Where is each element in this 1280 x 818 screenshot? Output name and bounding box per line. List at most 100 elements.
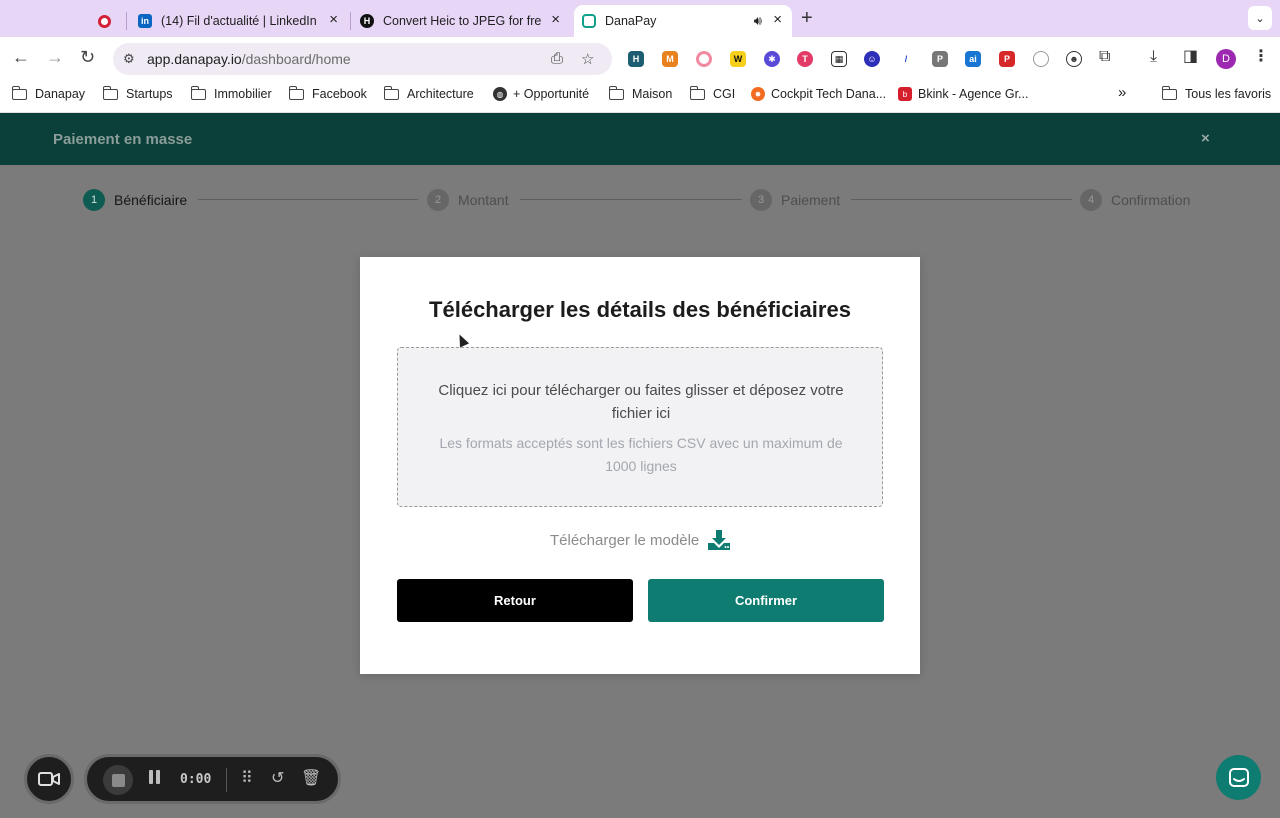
bookmark-label: CGI xyxy=(713,87,736,101)
speaker-icon[interactable]: 🔊︎ xyxy=(754,13,762,29)
extensions-puzzle-icon[interactable]: ⧉ xyxy=(1099,48,1110,66)
profile-avatar[interactable]: D xyxy=(1216,49,1236,69)
metamask-icon[interactable]: M xyxy=(662,51,678,67)
extension-icon[interactable]: ai xyxy=(965,51,981,67)
trash-icon[interactable]: 🗑︎ xyxy=(301,769,321,789)
close-tab-icon[interactable]: × xyxy=(773,12,782,28)
close-tab-icon[interactable]: × xyxy=(551,12,560,28)
recording-controls: 0:00 ⠿ ↺ 🗑︎ xyxy=(84,754,341,804)
bookmark-facebook[interactable]: Facebook xyxy=(288,85,367,101)
tab-recording[interactable] xyxy=(86,5,124,37)
stop-recording-button[interactable] xyxy=(103,765,133,795)
restart-icon[interactable]: ↺ xyxy=(271,769,284,789)
bookmark-label: Bkink - Agence Gr... xyxy=(918,87,1029,101)
bookmark-danapay[interactable]: Danapay xyxy=(11,85,85,101)
tab-danapay[interactable]: DanaPay 🔊︎ × xyxy=(574,5,792,37)
divider xyxy=(226,768,227,792)
download-template-link[interactable]: Télécharger le modèle xyxy=(550,529,731,551)
step-connector xyxy=(198,199,418,200)
bookmark-all-favorites[interactable]: Tous les favoris xyxy=(1161,85,1272,101)
bookmark-label: Tous les favoris xyxy=(1185,87,1272,101)
pen-icon[interactable]: / xyxy=(898,51,914,67)
tab-title: Convert Heic to JPEG for free xyxy=(383,14,541,28)
page-overlay: Paiement en masse × 1 Bénéficiaire 2 Mon… xyxy=(0,113,1280,818)
folder-icon xyxy=(288,85,304,100)
step-label: Paiement xyxy=(781,192,841,208)
download-icon[interactable]: ⤓ xyxy=(1150,48,1157,66)
folder-icon xyxy=(1161,85,1177,100)
bookmark-immobilier[interactable]: Immobilier xyxy=(190,85,272,101)
bookmark-maison[interactable]: Maison xyxy=(608,85,672,101)
download-icon xyxy=(708,530,731,550)
bookmark-startups[interactable]: Startups xyxy=(102,85,173,101)
bookmark-label: Facebook xyxy=(312,87,367,101)
linkedin-icon: in xyxy=(138,14,152,28)
site-settings-icon[interactable]: ⚙ xyxy=(123,51,135,67)
danapay-icon xyxy=(582,14,596,28)
chat-support-button[interactable] xyxy=(1216,755,1261,800)
confirm-button[interactable]: Confirmer xyxy=(648,579,884,622)
bookmark-opportunite[interactable]: ◍ + Opportunité xyxy=(493,87,589,101)
heic-icon: H xyxy=(360,14,374,28)
drag-handle-icon[interactable]: ⠿ xyxy=(241,769,253,789)
bookmarks-overflow-button[interactable]: » xyxy=(1118,84,1126,101)
bookmarks-bar: Danapay Startups Immobilier Facebook Arc… xyxy=(0,79,1280,113)
download-template-label: Télécharger le modèle xyxy=(550,531,700,549)
file-dropzone[interactable]: Cliquez ici pour télécharger ou faites g… xyxy=(397,347,883,507)
extension-icon[interactable]: ☺ xyxy=(864,51,880,67)
globe-icon: ◍ xyxy=(493,87,507,101)
tab-heic[interactable]: H Convert Heic to JPEG for free × xyxy=(352,5,570,37)
bookmark-architecture[interactable]: Architecture xyxy=(383,85,474,101)
extension-icon[interactable] xyxy=(1033,51,1049,67)
pause-icon[interactable] xyxy=(149,770,161,786)
tab-title: (14) Fil d'actualité | LinkedIn xyxy=(161,14,317,28)
browser-menu-icon[interactable]: ⋮ xyxy=(1253,48,1269,66)
extension-icon[interactable]: W xyxy=(730,51,746,67)
install-app-icon[interactable]: ⎙ xyxy=(551,50,563,67)
side-panel-icon[interactable]: ◨ xyxy=(1183,48,1198,66)
tab-linkedin[interactable]: in (14) Fil d'actualité | LinkedIn × xyxy=(130,5,348,37)
step-label: Confirmation xyxy=(1111,192,1191,208)
close-icon[interactable]: × xyxy=(1201,130,1210,147)
extension-icon[interactable]: T xyxy=(797,51,813,67)
browser-tab-strip: in (14) Fil d'actualité | LinkedIn × H C… xyxy=(0,0,1280,37)
reload-icon[interactable]: ↻ xyxy=(80,47,95,67)
folder-icon xyxy=(383,85,399,100)
folder-icon xyxy=(608,85,624,100)
page-title: Paiement en masse xyxy=(53,131,193,148)
extension-icon[interactable] xyxy=(696,51,712,67)
new-tab-button[interactable]: + xyxy=(801,8,813,28)
camera-toggle-button[interactable] xyxy=(24,754,74,804)
bookmark-label: Immobilier xyxy=(214,87,272,101)
back-button[interactable]: Retour xyxy=(397,579,633,622)
upload-modal: Télécharger les détails des bénéficiaire… xyxy=(360,257,920,674)
step-connector xyxy=(851,199,1072,200)
modal-title: Télécharger les détails des bénéficiaire… xyxy=(429,297,851,322)
extension-icon[interactable]: ✱ xyxy=(764,51,780,67)
step-beneficiaire: 1 Bénéficiaire xyxy=(83,189,187,211)
extension-icon[interactable]: P xyxy=(999,51,1015,67)
extension-icon[interactable]: P xyxy=(932,51,948,67)
bookmark-star-icon[interactable]: ☆ xyxy=(581,50,594,68)
tab-separator xyxy=(350,12,351,30)
extension-icon[interactable]: H xyxy=(628,51,644,67)
folder-icon xyxy=(689,85,705,100)
step-number: 4 xyxy=(1080,189,1102,211)
bookmark-cockpit[interactable]: ✸ Cockpit Tech Dana... xyxy=(751,87,886,101)
extension-icon[interactable]: ☻ xyxy=(1066,51,1082,67)
chat-icon xyxy=(1228,767,1249,787)
url-path: /dashboard/home xyxy=(241,51,351,67)
bookmark-cgi[interactable]: CGI xyxy=(689,85,736,101)
forward-arrow-icon[interactable]: → xyxy=(46,47,64,67)
step-number: 2 xyxy=(427,189,449,211)
address-bar[interactable]: ⚙ app.danapay.io/dashboard/home ⎙ ☆ xyxy=(113,43,612,75)
tab-search-button[interactable]: ⌄ xyxy=(1248,6,1272,30)
qr-code-icon[interactable]: ▦ xyxy=(831,51,847,67)
url-text[interactable]: app.danapay.io/dashboard/home xyxy=(147,51,351,67)
bookmark-bkink[interactable]: b Bkink - Agence Gr... xyxy=(898,87,1028,101)
tab-separator xyxy=(126,12,127,30)
dropzone-format-hint: Les formats acceptés sont les fichiers C… xyxy=(439,435,843,474)
back-arrow-icon[interactable]: ← xyxy=(12,47,30,67)
bookmark-label: Startups xyxy=(126,87,173,101)
close-tab-icon[interactable]: × xyxy=(329,12,338,28)
